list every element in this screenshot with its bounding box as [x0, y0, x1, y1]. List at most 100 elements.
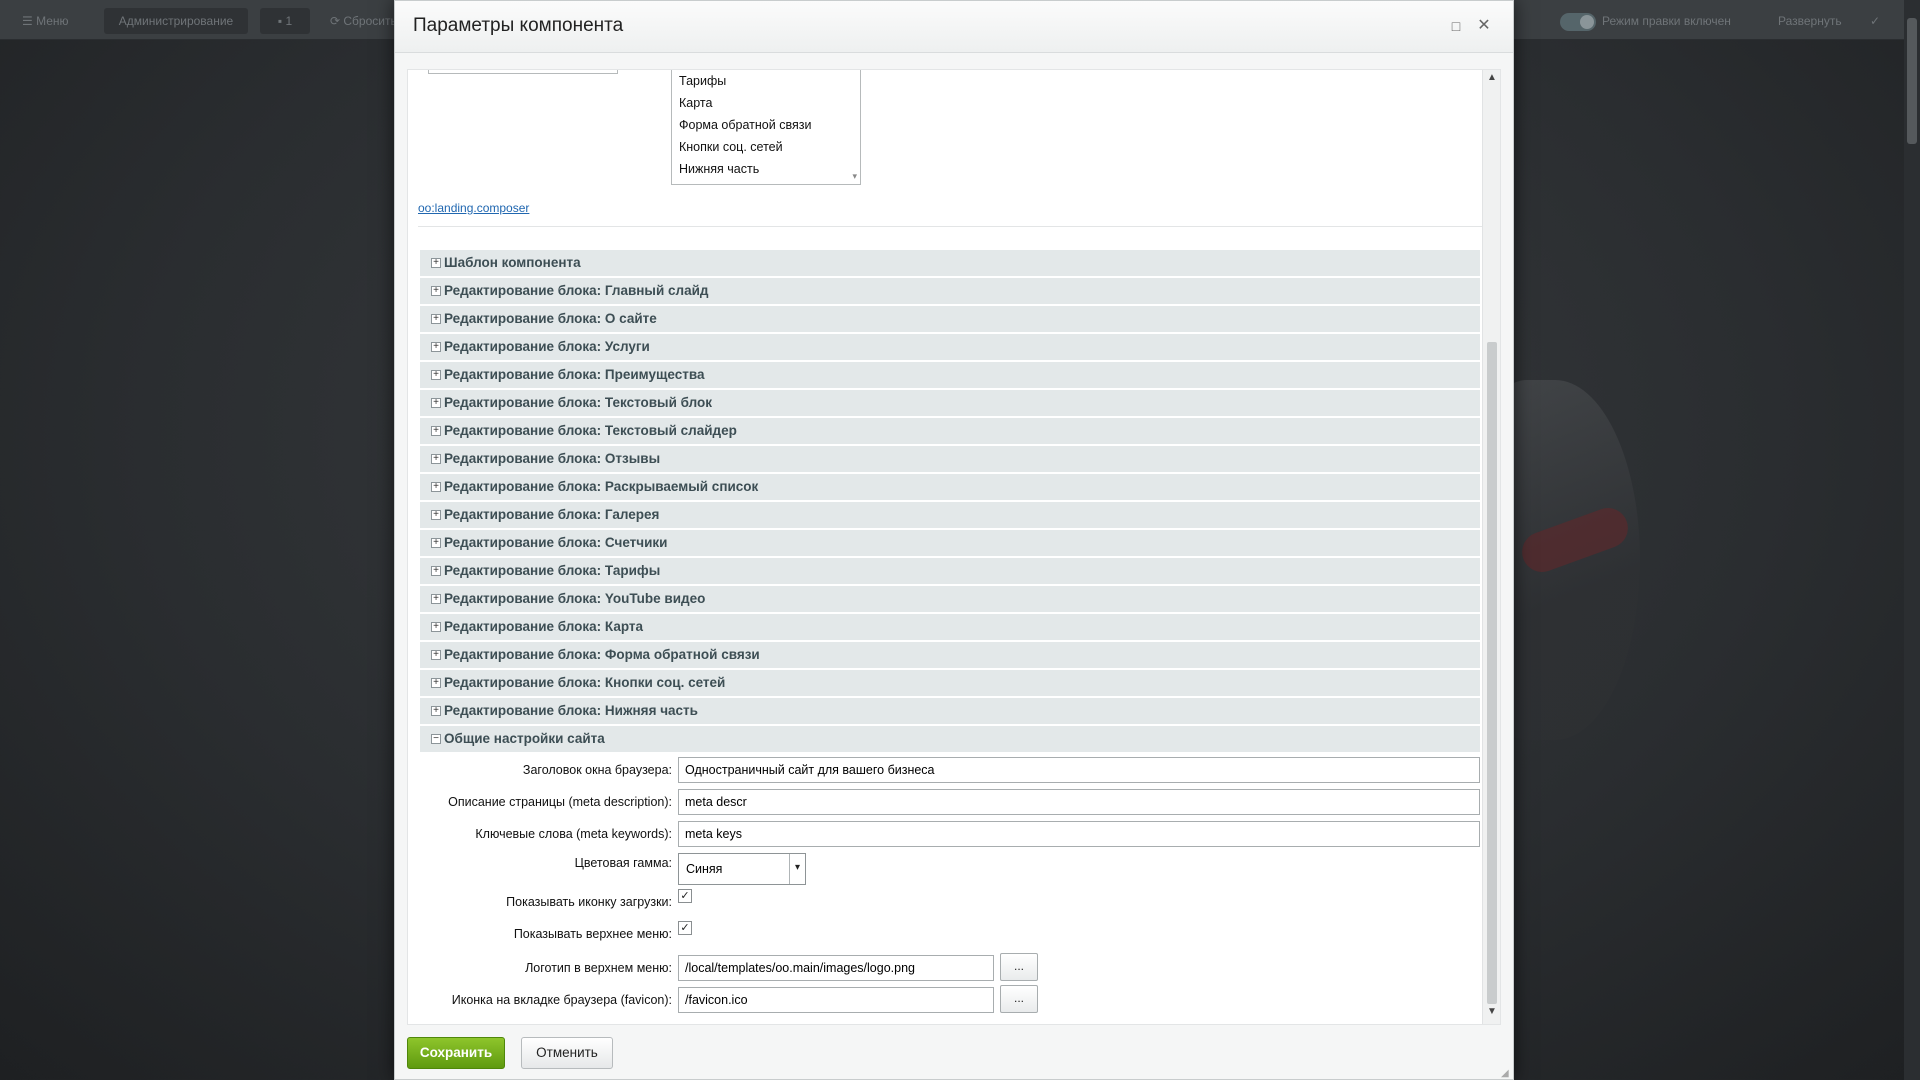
general-settings-fields: Заголовок окна браузера: Одностраничный … [420, 755, 1480, 1017]
group-block-counters[interactable]: + Редактирование блока: Счетчики [420, 530, 1480, 556]
meta-description-input[interactable]: meta descr [678, 789, 1480, 815]
group-block-main-slide[interactable]: + Редактирование блока: Главный слайд [420, 278, 1480, 304]
group-block-accordion[interactable]: + Редактирование блока: Раскрываемый спис… [420, 474, 1480, 500]
color-scheme-select[interactable]: Синяя ▾ [678, 853, 806, 885]
listbox-option[interactable]: Карта [672, 92, 860, 114]
group-template[interactable]: + Шаблон компонента [420, 250, 1480, 276]
expand-plus-icon[interactable]: + [431, 286, 441, 296]
listbox-option[interactable]: Нижняя часть [672, 158, 860, 180]
dialog-content: Тарифы Карта Форма обратной связи Кнопки… [407, 69, 1501, 1025]
expand-plus-icon[interactable]: + [431, 594, 441, 604]
edit-mode-toggle[interactable]: Режим правки включен [1560, 8, 1731, 34]
group-block-map[interactable]: + Редактирование блока: Карта [420, 614, 1480, 640]
expand-button[interactable]: Развернуть [1778, 8, 1842, 34]
expand-plus-icon[interactable]: + [431, 538, 441, 548]
page-scrollbar[interactable] [1904, 0, 1920, 1080]
expand-plus-icon[interactable]: + [431, 342, 441, 352]
show-top-menu-checkbox[interactable]: ✓ [678, 921, 692, 935]
group-block-feedback-form[interactable]: + Редактирование блока: Форма обратной св… [420, 642, 1480, 668]
dialog-footer: Сохранить Отменить ◢ [395, 1029, 1513, 1080]
show-loader-checkbox[interactable]: ✓ [678, 889, 692, 903]
group-block-text[interactable]: + Редактирование блока: Текстовый блок [420, 390, 1480, 416]
page-scrollbar-thumb[interactable] [1907, 18, 1917, 144]
favicon-browse-button[interactable]: ... [1000, 985, 1038, 1013]
expand-plus-icon[interactable]: + [431, 426, 441, 436]
param-groups: + Шаблон компонента + Редактирование блока… [420, 250, 1480, 754]
administration-button[interactable]: Администрирование [104, 8, 248, 34]
expand-plus-icon[interactable]: + [431, 650, 441, 660]
group-block-advantages[interactable]: + Редактирование блока: Преимущества [420, 362, 1480, 388]
dialog-header[interactable]: Параметры компонента □ ✕ [395, 1, 1513, 53]
listbox-option[interactable]: Форма обратной связи [672, 114, 860, 136]
meta-keywords-input[interactable]: meta keys [678, 821, 1480, 847]
blocks-listbox[interactable]: Тарифы Карта Форма обратной связи Кнопки… [671, 70, 861, 185]
group-block-gallery[interactable]: + Редактирование блока: Галерея [420, 502, 1480, 528]
group-label: Редактирование блока: Текстовый блок [444, 395, 713, 410]
component-params-dialog: Параметры компонента □ ✕ Тарифы Карта Фо… [394, 0, 1514, 1080]
close-icon[interactable]: ✕ [1475, 17, 1493, 35]
expand-plus-icon[interactable]: + [431, 678, 441, 688]
partial-input-field[interactable] [428, 70, 618, 74]
expand-plus-icon[interactable]: + [431, 370, 441, 380]
maximize-icon[interactable]: □ [1447, 17, 1465, 35]
check-icon: ✓ [680, 922, 690, 934]
meta-description-label: Описание страницы (meta description): [448, 795, 672, 809]
expand-plus-icon[interactable]: + [431, 706, 441, 716]
group-label: Редактирование блока: О сайте [444, 311, 657, 326]
group-label: Редактирование блока: Тарифы [444, 563, 661, 578]
group-block-text-slider[interactable]: + Редактирование блока: Текстовый слайдер [420, 418, 1480, 444]
resize-handle-icon[interactable]: ◢ [1501, 1069, 1511, 1079]
expand-plus-icon[interactable]: + [431, 398, 441, 408]
notifications-button[interactable]: ▪ 1 [260, 8, 310, 34]
group-label: Шаблон компонента [444, 255, 581, 270]
show-loader-label: Показывать иконку загрузки: [506, 895, 672, 909]
color-scheme-value: Синяя [686, 862, 723, 876]
edit-mode-label: Режим правки включен [1602, 14, 1731, 28]
group-block-footer[interactable]: + Редактирование блока: Нижняя часть [420, 698, 1480, 724]
group-general-settings[interactable]: − Общие настройки сайта [420, 726, 1480, 752]
group-label: Редактирование блока: YouTube видео [444, 591, 706, 606]
group-block-services[interactable]: + Редактирование блока: Услуги [420, 334, 1480, 360]
listbox-option[interactable]: Кнопки соц. сетей [672, 136, 860, 158]
content-scrollbar-thumb[interactable] [1487, 342, 1497, 1004]
meta-keywords-label: Ключевые слова (meta keywords): [475, 827, 672, 841]
expand-plus-icon[interactable]: + [431, 510, 441, 520]
expand-plus-icon[interactable]: + [431, 566, 441, 576]
cancel-button[interactable]: Отменить [521, 1037, 613, 1069]
listbox-option[interactable]: Тарифы [672, 70, 860, 92]
favicon-label: Иконка на вкладке браузера (favicon): [451, 993, 672, 1007]
group-block-reviews[interactable]: + Редактирование блока: Отзывы [420, 446, 1480, 472]
collapse-minus-icon[interactable]: − [431, 734, 441, 744]
pin-icon[interactable]: ✓ [1870, 8, 1880, 34]
expand-plus-icon[interactable]: + [431, 622, 441, 632]
logo-input[interactable]: /local/templates/oo.main/images/logo.png [678, 955, 994, 981]
expand-plus-icon[interactable]: + [431, 482, 441, 492]
group-label: Редактирование блока: Счетчики [444, 535, 668, 550]
group-label: Редактирование блока: Раскрываемый списо… [444, 479, 759, 494]
content-scrollbar[interactable]: ▲ ▼ [1482, 70, 1500, 1024]
browser-title-input[interactable]: Одностраничный сайт для вашего бизнеса [678, 757, 1480, 783]
chevron-down-icon[interactable]: ▾ [789, 854, 805, 884]
expand-plus-icon[interactable]: + [431, 258, 441, 268]
group-block-social-buttons[interactable]: + Редактирование блока: Кнопки соц. сетей [420, 670, 1480, 696]
scroll-up-icon[interactable]: ▲ [1483, 72, 1500, 88]
save-button[interactable]: Сохранить [407, 1037, 505, 1069]
group-block-youtube[interactable]: + Редактирование блока: YouTube видео [420, 586, 1480, 612]
group-label: Общие настройки сайта [444, 731, 605, 746]
color-scheme-label: Цветовая гамма: [574, 856, 672, 870]
group-label: Редактирование блока: Кнопки соц. сетей [444, 675, 726, 690]
group-label: Редактирование блока: Преимущества [444, 367, 705, 382]
group-block-about[interactable]: + Редактирование блока: О сайте [420, 306, 1480, 332]
group-block-tariffs[interactable]: + Редактирование блока: Тарифы [420, 558, 1480, 584]
logo-label: Логотип в верхнем меню: [525, 961, 672, 975]
favicon-input[interactable]: /favicon.ico [678, 987, 994, 1013]
group-label: Редактирование блока: Текстовый слайдер [444, 423, 737, 438]
group-label: Редактирование блока: Отзывы [444, 451, 661, 466]
listbox-scroll-down-icon[interactable]: ▾ [852, 171, 857, 182]
expand-plus-icon[interactable]: + [431, 454, 441, 464]
component-link[interactable]: oo:landing.composer [418, 201, 529, 215]
expand-plus-icon[interactable]: + [431, 314, 441, 324]
logo-browse-button[interactable]: ... [1000, 953, 1038, 981]
scroll-down-icon[interactable]: ▼ [1483, 1006, 1500, 1022]
menu-button[interactable]: ☰ Меню [22, 8, 69, 34]
